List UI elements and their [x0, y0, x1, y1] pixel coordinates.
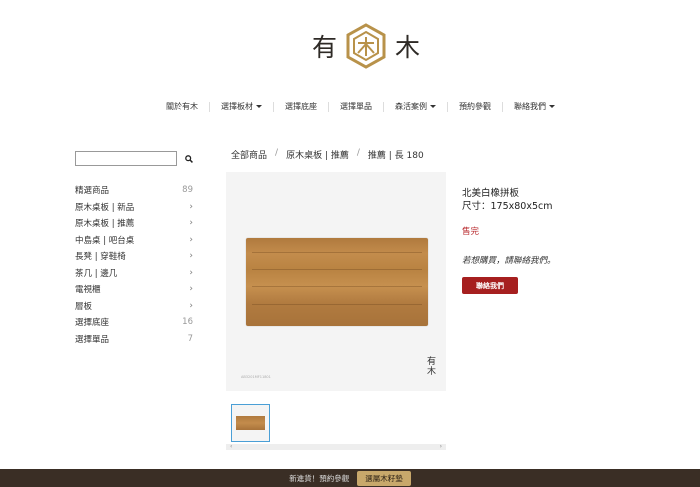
category-label: 茶几 | 邊几: [75, 268, 118, 279]
horizontal-scrollbar[interactable]: ‹ ›: [226, 444, 446, 450]
category-item[interactable]: 層板 ›: [75, 298, 193, 315]
caret-down-icon: [430, 105, 436, 108]
category-label: 原木桌板 | 推薦: [75, 219, 135, 230]
nav-divider: [383, 101, 384, 112]
promo-text: 新進貨！預約參觀: [289, 473, 350, 483]
category-label: 長凳 | 穿鞋椅: [75, 252, 126, 263]
main-nav: 關於有木 選擇板材 選擇底座 選擇單品 森活案例 預約參觀 聯絡我們: [166, 101, 555, 112]
nav-divider: [328, 101, 329, 112]
category-item[interactable]: 長凳 | 穿鞋椅 ›: [75, 248, 193, 265]
wood-grain: [252, 304, 422, 305]
category-item[interactable]: 茶几 | 邊几 ›: [75, 265, 193, 282]
promo-bar: 新進貨！預約參觀 選屬木籽墊: [0, 469, 700, 487]
nav-divider: [273, 101, 274, 112]
sold-out-label: 售完: [462, 227, 480, 237]
nav-item-contact[interactable]: 聯絡我們: [514, 101, 555, 112]
nav-divider: [447, 101, 448, 112]
breadcrumb-current: 推薦 | 長 180: [367, 151, 424, 161]
chevron-right-icon: ›: [189, 234, 193, 245]
category-label: 電視櫃: [75, 285, 101, 296]
product-main-image[interactable]: 有 木 AB3201MF11801: [226, 172, 446, 391]
logo-hexagon-icon: [345, 23, 387, 69]
chevron-right-icon: ›: [189, 284, 193, 295]
chevron-right-icon: ›: [189, 267, 193, 278]
nav-label: 選擇底座: [285, 102, 317, 111]
sidebar-search: [75, 151, 193, 166]
chevron-right-icon: ›: [189, 218, 193, 229]
nav-label: 聯絡我們: [514, 102, 546, 111]
nav-item-cases[interactable]: 森活案例: [395, 101, 436, 112]
nav-label: 選擇單品: [340, 102, 372, 111]
purchase-note: 若想購買，請聯絡我們。: [462, 256, 556, 266]
breadcrumb-item[interactable]: 原木桌板 | 推薦: [286, 148, 349, 161]
nav-item-about[interactable]: 關於有木: [166, 101, 198, 112]
category-label: 選擇底座: [75, 318, 110, 329]
promo-button[interactable]: 選屬木籽墊: [357, 470, 411, 486]
chevron-right-icon: ›: [189, 201, 193, 212]
category-item[interactable]: 選擇單品 7: [75, 331, 193, 348]
scroll-left-icon[interactable]: ‹: [230, 444, 232, 450]
category-count: 89: [182, 185, 193, 196]
category-count: 7: [187, 333, 193, 344]
category-label: 選擇單品: [75, 334, 110, 345]
category-item[interactable]: 精選商品 89: [75, 182, 193, 199]
thumbnail-strip: ‹ ›: [226, 400, 446, 452]
category-label: 原木桌板 | 新品: [75, 202, 135, 213]
breadcrumb-separator: /: [356, 148, 360, 158]
category-count: 16: [182, 317, 193, 328]
product-title: 北美白橡拼板 尺寸：175x80x5cm: [462, 187, 553, 213]
breadcrumb: 全部商品 / 原木桌板 | 推薦 / 推薦 | 長 180: [231, 148, 424, 161]
category-label: 層板: [75, 301, 93, 312]
breadcrumb-separator: /: [275, 148, 279, 158]
nav-item-boards[interactable]: 選擇板材: [221, 101, 262, 112]
watermark-char: 木: [426, 367, 436, 377]
wood-grain: [252, 286, 422, 287]
scroll-right-icon[interactable]: ›: [440, 444, 442, 450]
wood-grain: [252, 269, 422, 270]
nav-item-visit[interactable]: 預約參觀: [459, 101, 491, 112]
contact-us-button[interactable]: 聯絡我們: [462, 277, 518, 294]
nav-divider: [209, 101, 210, 112]
caret-down-icon: [549, 105, 555, 108]
wood-grain: [252, 252, 422, 253]
category-item[interactable]: 中島桌 | 吧台桌 ›: [75, 232, 193, 249]
category-item[interactable]: 原木桌板 | 推薦 ›: [75, 215, 193, 232]
nav-label: 選擇板材: [221, 102, 253, 111]
nav-label: 預約參觀: [459, 102, 491, 111]
thumbnail-image[interactable]: [231, 404, 270, 442]
caret-down-icon: [256, 105, 262, 108]
chevron-right-icon: ›: [189, 251, 193, 262]
nav-divider: [502, 101, 503, 112]
logo-char-left: 有: [312, 33, 338, 62]
nav-item-singles[interactable]: 選擇單品: [340, 101, 372, 112]
image-watermark-logo: 有 木: [427, 357, 436, 377]
brand-logo[interactable]: 有 木: [312, 22, 420, 70]
category-label: 中島桌 | 吧台桌: [75, 235, 135, 246]
wood-board-image: [246, 238, 428, 326]
category-item[interactable]: 電視櫃 ›: [75, 281, 193, 298]
search-input[interactable]: [75, 151, 177, 166]
nav-label: 森活案例: [395, 102, 427, 111]
logo-char-right: 木: [395, 33, 421, 62]
product-name: 北美白橡拼板: [462, 188, 520, 199]
breadcrumb-item[interactable]: 全部商品: [231, 148, 267, 161]
category-item[interactable]: 選擇底座 16: [75, 314, 193, 331]
search-icon[interactable]: [185, 154, 193, 163]
product-size: 尺寸：175x80x5cm: [462, 201, 553, 212]
nav-item-bases[interactable]: 選擇底座: [285, 101, 317, 112]
category-label: 精選商品: [75, 186, 110, 197]
wood-board-thumb: [236, 416, 265, 430]
image-caption: AB3201MF11801: [241, 375, 271, 379]
category-list: 精選商品 89 原木桌板 | 新品 › 原木桌板 | 推薦 › 中島桌 | 吧台桌 › …: [75, 182, 193, 347]
watermark-char: 有: [426, 357, 436, 367]
nav-label: 關於有木: [166, 102, 198, 111]
chevron-right-icon: ›: [189, 300, 193, 311]
category-item[interactable]: 原木桌板 | 新品 ›: [75, 199, 193, 216]
